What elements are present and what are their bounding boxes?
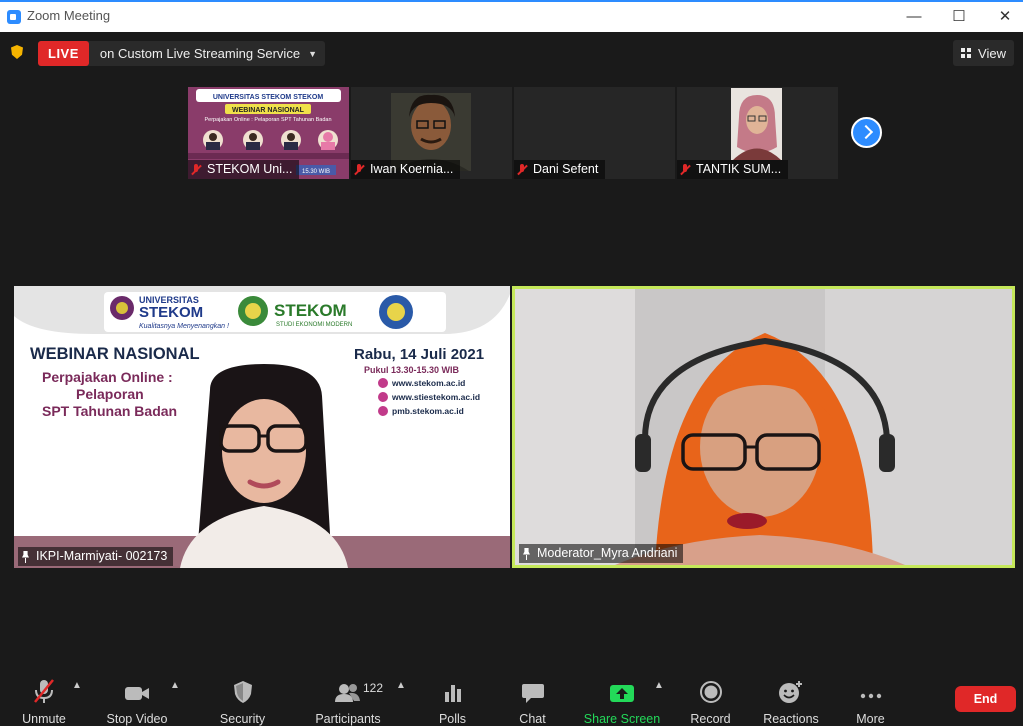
record-icon — [699, 681, 722, 703]
participant-name-label: Dani Sefent — [514, 160, 606, 179]
security-shield-icon — [233, 681, 252, 703]
bg-subtitle-3: SPT Tahunan Badan — [42, 403, 177, 419]
more-button[interactable]: More — [848, 666, 893, 726]
window-titlebar: Zoom Meeting — ☐ ✕ — [0, 0, 1023, 32]
virtual-background: UNIVERSITAS STEKOM Kualitasnya Menyenang… — [14, 286, 510, 568]
encryption-shield-icon[interactable] — [11, 45, 23, 59]
unmute-button[interactable]: Unmute — [14, 666, 74, 726]
video-camera-icon — [125, 687, 149, 700]
bg-time: Pukul 13.30-15.30 WIB — [364, 365, 460, 375]
bg-link-2: www.stiestekom.ac.id — [391, 392, 480, 402]
chat-icon — [521, 684, 544, 703]
reactions-button[interactable]: Reactions — [762, 666, 820, 726]
stop-video-label: Stop Video — [106, 712, 168, 726]
participant-thumbnail[interactable]: Dani Sefent — [514, 87, 675, 179]
maximize-button[interactable]: ☐ — [939, 4, 979, 30]
share-screen-icon — [610, 685, 634, 702]
zoom-app-icon — [7, 10, 21, 24]
participants-options-caret[interactable]: ▲ — [396, 680, 406, 691]
caret-down-icon: ▼ — [308, 48, 317, 59]
reactions-label: Reactions — [763, 712, 819, 726]
close-button[interactable]: ✕ — [985, 4, 1023, 30]
bg-link-1: www.stekom.ac.id — [391, 378, 465, 388]
bg-link-3: pmb.stekom.ac.id — [392, 406, 464, 416]
thumb-time: 15.30 WIB — [302, 169, 330, 175]
video-tile-active-speaker[interactable]: Moderator_Myra Andriani — [512, 286, 1015, 568]
grid-icon — [961, 48, 973, 58]
more-label: More — [856, 712, 885, 726]
participant-name-label: Moderator_Myra Andriani — [519, 544, 684, 563]
live-badge: LIVE — [38, 41, 89, 66]
bg-subtitle-2: Pelaporan — [76, 386, 144, 402]
view-button[interactable]: View — [953, 40, 1014, 66]
participant-name-label: IKPI-Marmiyati- 002173 — [18, 547, 174, 566]
bg-logo-right-brand: STEKOM — [274, 301, 347, 320]
minimize-button[interactable]: — — [894, 4, 934, 30]
participant-name-label: TANTIK SUM... — [677, 160, 789, 179]
share-screen-label: Share Screen — [583, 712, 661, 726]
chat-label: Chat — [519, 712, 546, 726]
live-stream-dropdown[interactable]: LIVE on Custom Live Streaming Service ▼ — [38, 41, 325, 66]
participants-icon — [335, 684, 360, 702]
end-meeting-button[interactable]: End — [955, 686, 1016, 712]
share-screen-button[interactable]: Share Screen — [583, 666, 661, 726]
bg-logo-left-tagline: Kualitasnya Menyenangkan ! — [139, 323, 229, 330]
bg-subtitle-1: Perpajakan Online : — [42, 369, 173, 385]
video-options-caret[interactable]: ▲ — [170, 680, 180, 691]
security-label: Security — [219, 712, 266, 726]
mic-muted-icon — [517, 163, 527, 176]
bg-heading: WEBINAR NASIONAL — [30, 345, 200, 363]
pin-icon — [21, 551, 30, 563]
participants-label: Participants — [315, 712, 381, 726]
stop-video-button[interactable]: Stop Video — [104, 666, 170, 726]
meeting-controls-toolbar: Unmute ▲ Stop Video ▲ Security Participa… — [0, 666, 1023, 726]
participant-thumbnail[interactable]: Iwan Koernia... — [351, 87, 512, 179]
more-dots-icon — [860, 693, 881, 699]
thumb-logos: UNIVERSITAS STEKOM STEKOM — [213, 94, 323, 101]
live-stream-text: on Custom Live Streaming Service — [99, 46, 301, 61]
record-button[interactable]: Record — [688, 666, 733, 726]
thumb-subtitle: Perpajakan Online : Pelaporan SPT Tahuna… — [205, 117, 332, 123]
mic-muted-icon — [680, 163, 690, 176]
participants-count: 122 — [363, 681, 384, 695]
unmute-label: Unmute — [22, 712, 66, 726]
security-button[interactable]: Security — [215, 666, 270, 726]
participant-thumbnail[interactable]: TANTIK SUM... — [677, 87, 838, 179]
polls-icon — [444, 685, 461, 702]
participants-button[interactable]: Participants — [313, 666, 383, 726]
pin-icon — [522, 548, 531, 560]
audio-options-caret[interactable]: ▲ — [72, 680, 82, 691]
window-title: Zoom Meeting — [27, 8, 111, 23]
next-page-button[interactable] — [851, 117, 882, 148]
participant-thumbnail[interactable]: UNIVERSITAS STEKOM STEKOM WEBINAR NASION… — [188, 87, 349, 179]
mic-muted-icon — [354, 163, 364, 176]
view-label: View — [978, 45, 1006, 61]
bg-date: Rabu, 14 Juli 2021 — [354, 346, 484, 363]
video-tile[interactable]: UNIVERSITAS STEKOM Kualitasnya Menyenang… — [14, 286, 510, 568]
share-options-caret[interactable]: ▲ — [654, 680, 664, 691]
participant-name-label: STEKOM Uni... — [188, 160, 300, 179]
thumb-heading: WEBINAR NASIONAL — [232, 107, 305, 114]
participant-video — [515, 289, 1012, 565]
chat-button[interactable]: Chat — [510, 666, 555, 726]
reactions-smiley-icon — [779, 681, 802, 703]
mic-off-icon — [34, 679, 54, 703]
bg-logo-left-brand: STEKOM — [139, 304, 203, 321]
meeting-topbar: LIVE on Custom Live Streaming Service ▼ … — [0, 32, 1023, 74]
polls-button[interactable]: Polls — [430, 666, 475, 726]
bg-logo-right-tagline: STUDI EKONOMI MODERN — [276, 322, 352, 328]
polls-label: Polls — [438, 712, 467, 726]
participant-name-label: Iwan Koernia... — [351, 160, 461, 179]
record-label: Record — [690, 712, 731, 726]
mic-muted-icon — [191, 163, 201, 176]
